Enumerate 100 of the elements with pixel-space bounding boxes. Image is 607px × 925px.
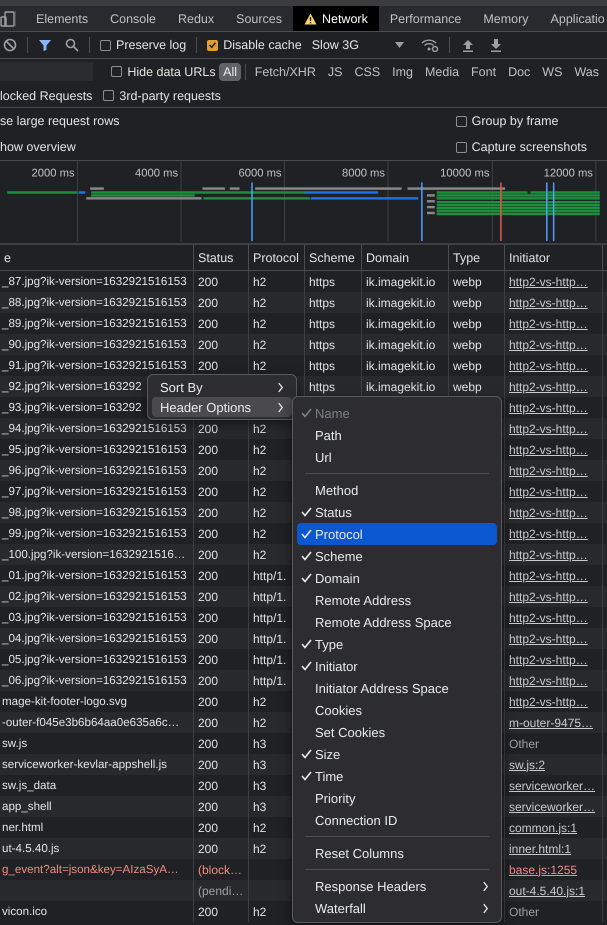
checkbox[interactable] (100, 40, 111, 50)
menu-item[interactable]: Header Options (152, 397, 292, 417)
initiator-link[interactable]: http2-vs-http… (509, 358, 588, 372)
menu-item[interactable]: Cookies (297, 699, 497, 721)
type-filter-button[interactable]: All (219, 62, 242, 80)
menu-item[interactable]: Scheme (297, 545, 497, 567)
panel-tab[interactable]: Console (99, 6, 167, 31)
initiator-link[interactable]: http2-vs-http… (509, 694, 588, 708)
menu-item[interactable]: Remote Address Space (297, 611, 497, 633)
initiator-link[interactable]: http2-vs-http… (509, 442, 588, 456)
type-filter-button[interactable]: Media (421, 62, 464, 80)
menu-item[interactable]: Size (297, 743, 497, 765)
initiator-link[interactable]: http2-vs-http… (509, 632, 588, 646)
column-header[interactable]: Initiator (505, 245, 603, 270)
setting-checkbox[interactable]: Capture screenshots (456, 140, 587, 154)
type-filter-button[interactable]: CSS (350, 62, 384, 80)
upload-icon[interactable] (462, 38, 474, 52)
initiator-link[interactable]: serviceworker… (509, 800, 596, 814)
initiator-link[interactable]: http2-vs-http… (509, 610, 588, 624)
type-filter-button[interactable]: Was (570, 62, 603, 80)
menu-item[interactable]: Priority (297, 787, 497, 809)
download-icon[interactable] (490, 38, 502, 52)
preserve-log-checkbox[interactable]: Preserve log (100, 38, 186, 52)
initiator-link[interactable]: http2-vs-http… (509, 274, 588, 288)
menu-item[interactable]: Time (297, 765, 497, 787)
initiator-link[interactable]: http2-vs-http… (509, 590, 588, 604)
menu-item[interactable]: Set Cookies (297, 721, 497, 743)
checkbox[interactable] (103, 90, 114, 101)
menu-item[interactable]: Path (297, 424, 497, 446)
menu-item[interactable]: Type (297, 633, 497, 655)
table-cell: h2 (253, 548, 266, 562)
initiator-link[interactable]: http2-vs-http… (509, 484, 588, 498)
initiator-link[interactable]: http2-vs-http… (509, 464, 588, 478)
initiator-link[interactable]: common.js:1 (509, 820, 578, 834)
table-cell: http/1. (253, 652, 286, 666)
type-filter-button[interactable]: WS (538, 62, 566, 80)
panel-tab[interactable]: Elements (25, 6, 100, 31)
column-header[interactable]: Protocol (249, 245, 305, 270)
type-filter-button[interactable]: JS (324, 62, 346, 80)
panel-tab[interactable]: Sources (225, 6, 293, 31)
initiator-link[interactable]: base.js:1255 (509, 862, 578, 876)
filter-icon[interactable] (38, 38, 52, 52)
menu-item[interactable]: Response Headers (297, 875, 497, 897)
menu-item[interactable]: Status (297, 501, 497, 523)
menu-item[interactable]: Connection ID (297, 809, 497, 831)
initiator-link[interactable]: http2-vs-http… (509, 296, 588, 310)
checkbox[interactable] (456, 142, 467, 152)
panel-tab[interactable]: Network (292, 6, 379, 31)
menu-item[interactable]: Method (297, 479, 497, 501)
throttling-select[interactable]: Slow 3G (312, 38, 404, 52)
wifi-gear-icon[interactable] (420, 38, 439, 52)
initiator-link[interactable]: http2-vs-http… (509, 548, 588, 562)
initiator-link[interactable]: sw.js:2 (509, 758, 546, 772)
initiator-link[interactable]: http2-vs-http… (509, 338, 588, 352)
hide-data-urls-checkbox[interactable]: Hide data URLs (111, 64, 216, 78)
panel-tab[interactable]: Redux (166, 6, 226, 31)
menu-item[interactable]: Protocol (297, 523, 497, 545)
initiator-link[interactable]: http2-vs-http… (509, 380, 588, 394)
menu-item[interactable]: Initiator Address Space (297, 677, 497, 699)
initiator-link[interactable]: inner.html:1 (509, 842, 572, 856)
type-filter-button[interactable]: Fetch/XHR (250, 62, 320, 80)
initiator-link[interactable]: http2-vs-http… (509, 400, 588, 414)
menu-item[interactable]: Url (297, 446, 497, 468)
initiator-link[interactable]: http2-vs-http… (509, 568, 588, 582)
initiator-link[interactable]: http2-vs-http… (509, 526, 588, 540)
type-filter-button[interactable]: Img (388, 62, 417, 80)
menu-item[interactable]: Waterfall (297, 897, 497, 919)
initiator-link[interactable]: http2-vs-http… (509, 422, 588, 436)
column-header[interactable]: Domain (362, 245, 449, 270)
column-header[interactable]: Scheme (305, 245, 362, 270)
clear-icon[interactable] (3, 38, 17, 52)
third-party-checkbox[interactable]: 3rd-party requests (103, 88, 221, 102)
menu-item[interactable]: Initiator (297, 655, 497, 677)
initiator-link[interactable]: serviceworker… (509, 778, 596, 792)
menu-item[interactable]: Domain (297, 567, 497, 589)
column-header[interactable]: Status (194, 245, 249, 270)
initiator-link[interactable]: http2-vs-http… (509, 506, 588, 520)
menu-item[interactable]: Remote Address (297, 589, 497, 611)
type-filter-button[interactable]: Doc (504, 62, 534, 80)
panel-tab[interactable]: Performance (378, 6, 472, 31)
column-header[interactable]: Type (449, 245, 505, 270)
panel-tab[interactable]: Applicatio (540, 6, 607, 31)
initiator-link[interactable]: http2-vs-http… (509, 674, 588, 688)
initiator-link[interactable]: out-4.5.40.js:1 (509, 884, 586, 898)
device-toggle-icon[interactable] (0, 10, 15, 26)
disable-cache-checkbox[interactable]: Disable cache (207, 38, 302, 52)
checkbox[interactable] (207, 40, 218, 50)
checkbox[interactable] (456, 116, 467, 126)
checkbox[interactable] (111, 66, 122, 77)
initiator-link[interactable]: m-outer-9475… (509, 716, 594, 730)
initiator-link[interactable]: http2-vs-http… (509, 652, 588, 666)
setting-checkbox[interactable]: Group by frame (456, 114, 587, 128)
type-filter-button[interactable]: Font (467, 62, 500, 80)
search-icon[interactable] (65, 38, 79, 52)
panel-tab[interactable]: Memory (472, 6, 540, 31)
table-cell: ik.imagekit.io (366, 296, 436, 310)
column-header[interactable]: e (0, 245, 194, 270)
menu-item[interactable]: Sort By (152, 377, 292, 397)
initiator-link[interactable]: http2-vs-http… (509, 316, 588, 330)
menu-item[interactable]: Reset Columns (297, 842, 497, 864)
